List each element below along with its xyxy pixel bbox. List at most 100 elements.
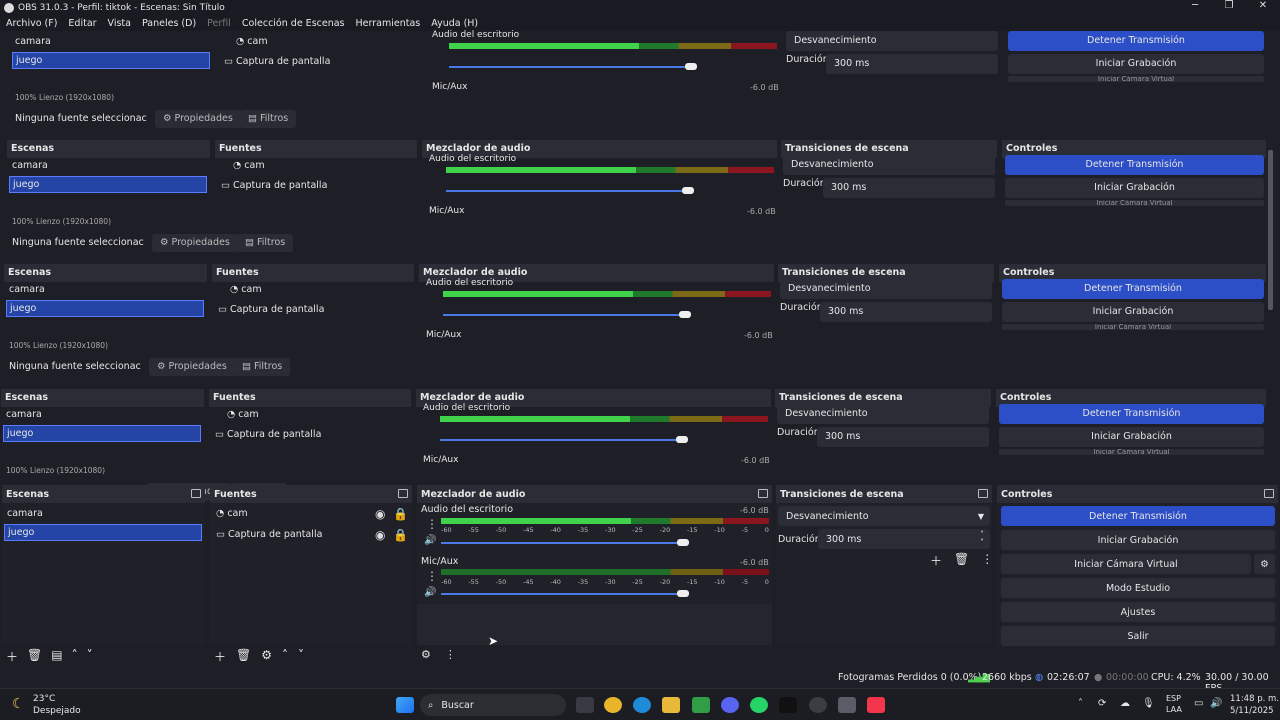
transition-select[interactable]: Desvanecimiento: [783, 155, 995, 175]
transition-select[interactable]: Desvanecimiento: [780, 279, 992, 299]
slider-handle[interactable]: [677, 539, 689, 546]
source-item-cam[interactable]: ◔ cam: [236, 36, 268, 47]
undock-icon[interactable]: [1264, 489, 1274, 498]
start-recording-button[interactable]: Iniciar Grabación: [1005, 178, 1264, 198]
scene-item-camara[interactable]: camara: [15, 36, 51, 47]
source-item-cam[interactable]: ◔ cam: [230, 284, 262, 295]
advanced-audio-icon[interactable]: ⚙: [421, 648, 431, 661]
lock-icon[interactable]: 🔒: [393, 507, 408, 521]
scene-item-juego[interactable]: juego: [6, 300, 204, 317]
cloud-icon[interactable]: ☁: [1120, 698, 1130, 709]
filters-button[interactable]: ▤ Filtros: [234, 358, 291, 376]
slider-handle[interactable]: [685, 63, 697, 70]
scene-item-juego[interactable]: juego: [12, 52, 210, 69]
duration-spinbox[interactable]: 300 ms ˄ ˅: [818, 529, 990, 549]
scene-item-juego[interactable]: juego: [9, 176, 207, 193]
windows-start-icon[interactable]: [396, 697, 414, 713]
properties-button[interactable]: ⚙ Propiedades: [155, 110, 241, 128]
chevron-down-icon[interactable]: ˅: [87, 648, 93, 665]
source-item-capture[interactable]: ▭ Captura de pantalla: [218, 304, 324, 315]
exit-button[interactable]: Salir: [1001, 626, 1275, 646]
start-recording-button[interactable]: Iniciar Grabación: [1001, 530, 1275, 550]
start-recording-button[interactable]: Iniciar Grabación: [999, 427, 1264, 447]
trash-icon[interactable]: 🗑: [954, 552, 969, 569]
chevron-up-icon[interactable]: ˄: [1078, 698, 1083, 709]
scrollbar[interactable]: [1268, 150, 1273, 310]
filters-button[interactable]: ▤ Filtros: [240, 110, 297, 128]
volume-slider[interactable]: [441, 593, 685, 595]
whatsapp-icon[interactable]: [750, 697, 768, 713]
start-recording-button[interactable]: Iniciar Grabación: [1008, 54, 1264, 74]
music-icon[interactable]: [867, 697, 885, 713]
duration-spinbox[interactable]: 300 ms: [823, 178, 995, 198]
start-virtual-camera-button[interactable]: Iniciar Cámara Virtual: [1001, 554, 1251, 574]
start-recording-button[interactable]: Iniciar Grabación: [1002, 302, 1264, 322]
source-item-capture[interactable]: ▭ Captura de pantalla: [221, 180, 327, 191]
undock-icon[interactable]: [191, 489, 201, 498]
spinner-arrows-icon[interactable]: ˄ ˅: [980, 531, 984, 547]
settings-button[interactable]: Ajustes: [1001, 602, 1275, 622]
close-icon[interactable]: ✕: [1246, 0, 1280, 11]
studio-mode-button[interactable]: Modo Estudio: [1001, 578, 1275, 598]
menu-editar[interactable]: Editar: [68, 18, 96, 29]
menu-paneles[interactable]: Paneles (D): [142, 18, 196, 29]
clock-date[interactable]: 5/11/2025: [1230, 706, 1274, 716]
duration-spinbox[interactable]: 300 ms: [820, 302, 992, 322]
filter-icon[interactable]: ▤: [51, 648, 62, 665]
calculator-icon[interactable]: [838, 697, 856, 713]
stop-streaming-button[interactable]: Detener Transmisión: [999, 404, 1264, 424]
scene-item-camara[interactable]: camara: [7, 508, 43, 519]
menu-coleccion[interactable]: Colección de Escenas: [242, 18, 345, 29]
slider-handle[interactable]: [677, 590, 689, 597]
volume-icon[interactable]: 🔊: [1210, 698, 1222, 709]
properties-button[interactable]: ⚙ Propiedades: [152, 234, 238, 252]
slider-handle[interactable]: [682, 187, 694, 194]
scene-item-camara[interactable]: camara: [9, 284, 45, 295]
mic-icon[interactable]: 🎙: [1142, 698, 1155, 709]
language-indicator-2[interactable]: LAA: [1166, 705, 1182, 714]
speaker-icon[interactable]: 🔊: [424, 535, 436, 546]
eye-icon[interactable]: ◉: [375, 528, 385, 542]
kebab-menu-icon[interactable]: ⋮: [426, 517, 438, 531]
slider-handle[interactable]: [676, 436, 688, 443]
add-icon[interactable]: ＋: [214, 648, 226, 665]
kebab-menu-icon[interactable]: ⋮: [981, 552, 993, 569]
slider-handle[interactable]: [679, 311, 691, 318]
source-item-cam[interactable]: ◔ cam: [227, 409, 259, 420]
trash-icon[interactable]: 🗑: [236, 648, 251, 665]
transition-select[interactable]: Desvanecimiento: [777, 404, 989, 424]
minimize-icon[interactable]: ─: [1178, 0, 1212, 11]
scene-item-juego[interactable]: juego: [3, 425, 201, 442]
chrome-icon[interactable]: [604, 697, 622, 713]
language-indicator[interactable]: ESP: [1166, 694, 1181, 703]
filters-button[interactable]: ▤ Filtros: [237, 234, 294, 252]
properties-button[interactable]: ⚙ Propiedades: [149, 358, 235, 376]
volume-slider[interactable]: [446, 190, 690, 192]
maximize-icon[interactable]: ❐: [1212, 0, 1246, 11]
volume-slider[interactable]: [443, 314, 687, 316]
trash-icon[interactable]: 🗑: [27, 648, 42, 665]
gear-icon[interactable]: ⚙: [261, 648, 272, 665]
undock-icon[interactable]: [398, 489, 408, 498]
start-virtual-camera-button[interactable]: Iniciar Cámara Virtual: [999, 449, 1264, 455]
duration-spinbox[interactable]: 300 ms: [817, 427, 989, 447]
kebab-menu-icon[interactable]: ⋮: [426, 569, 438, 583]
scene-item-camara[interactable]: camara: [12, 160, 48, 171]
duration-spinbox[interactable]: 300 ms: [826, 54, 998, 74]
start-virtual-camera-button[interactable]: Iniciar Cámara Virtual: [1008, 76, 1264, 82]
kebab-menu-icon[interactable]: ⋮: [445, 648, 456, 661]
undock-icon[interactable]: [978, 489, 988, 498]
speaker-icon[interactable]: 🔊: [424, 587, 436, 598]
clock-time[interactable]: 11:48 p. m.: [1230, 694, 1279, 704]
obs-icon[interactable]: [809, 697, 827, 713]
menu-vista[interactable]: Vista: [108, 18, 131, 29]
chevron-up-icon[interactable]: ˄: [282, 648, 288, 665]
start-virtual-camera-button[interactable]: Iniciar Cámara Virtual: [1002, 324, 1264, 330]
stop-streaming-button[interactable]: Detener Transmisión: [1005, 155, 1264, 175]
source-item-cam[interactable]: ◔ cam: [216, 508, 248, 519]
tiktok-icon[interactable]: [779, 697, 797, 713]
gear-icon[interactable]: ⚙: [1254, 554, 1275, 574]
scene-item-juego[interactable]: juego: [4, 524, 202, 541]
eye-icon[interactable]: ◉: [375, 507, 385, 521]
transition-select[interactable]: Desvanecimiento ▼: [778, 506, 990, 526]
